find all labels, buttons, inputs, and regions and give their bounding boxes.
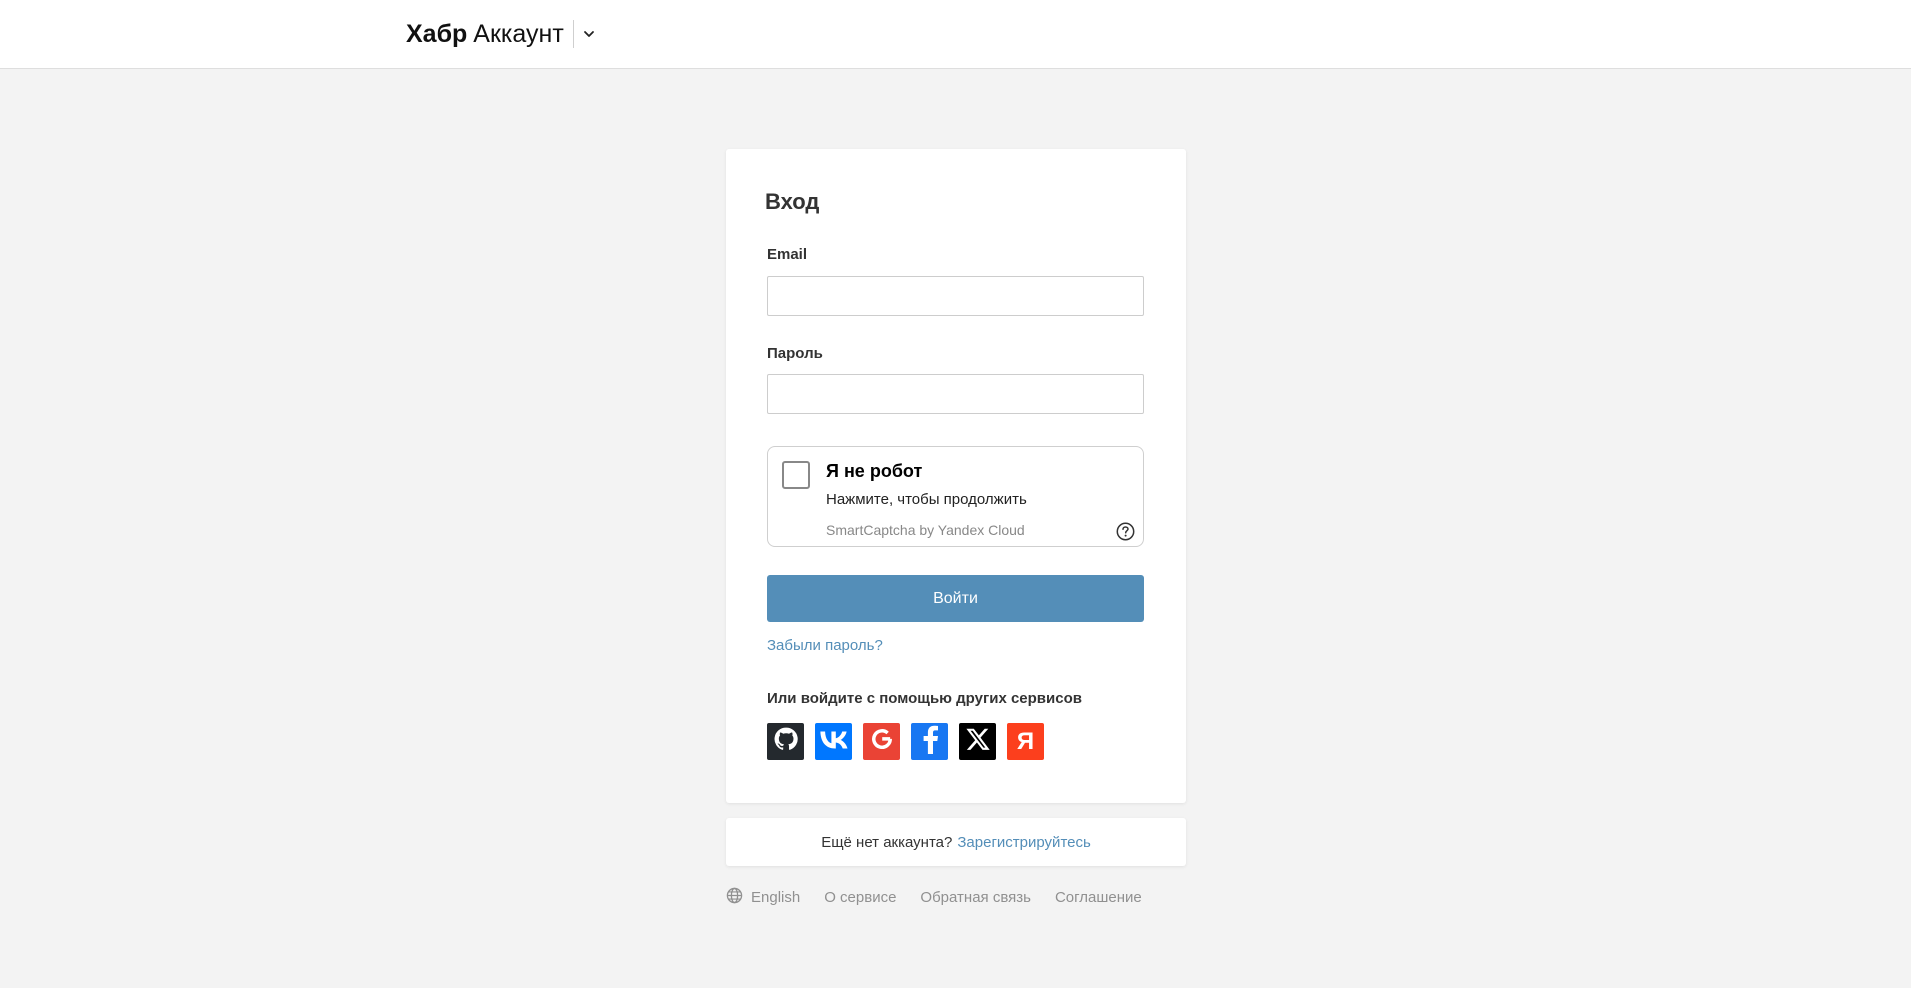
facebook-icon — [920, 724, 940, 760]
other-services-label: Или войдите с помощью других сервисов — [767, 690, 1082, 707]
footer: English О сервисе Обратная связь Соглаше… — [726, 887, 1166, 908]
google-login-button[interactable] — [863, 723, 900, 760]
github-icon — [773, 726, 799, 758]
chevron-down-icon[interactable] — [582, 27, 596, 41]
brand-logo[interactable]: Хабр Аккаунт — [406, 18, 596, 50]
google-icon — [869, 726, 895, 758]
github-login-button[interactable] — [767, 723, 804, 760]
yandex-icon: Я — [1016, 727, 1035, 755]
captcha-subtitle: Нажмите, чтобы продолжить — [826, 491, 1027, 508]
brand-name: Хабр — [406, 19, 468, 48]
register-link[interactable]: Зарегистрируйтесь — [957, 834, 1090, 851]
captcha-checkbox[interactable] — [782, 461, 810, 489]
login-card: Вход Email Пароль Я не робот Нажмите, чт… — [726, 149, 1186, 803]
captcha-brand: SmartCaptcha by Yandex Cloud — [826, 522, 1025, 538]
agreement-link[interactable]: Соглашение — [1055, 889, 1142, 906]
language-label: English — [751, 889, 801, 906]
about-link[interactable]: О сервисе — [824, 889, 896, 906]
captcha-title: Я не робот — [826, 461, 923, 481]
email-label: Email — [767, 246, 808, 263]
language-switcher[interactable]: English — [726, 887, 800, 908]
brand-divider — [572, 20, 574, 48]
vk-icon — [819, 729, 848, 755]
feedback-link[interactable]: Обратная связь — [920, 889, 1031, 906]
password-field[interactable] — [767, 374, 1144, 414]
x-icon — [965, 726, 991, 758]
register-prompt: Ещё нет аккаунта? — [821, 833, 953, 851]
top-bar: Хабр Аккаунт — [0, 0, 1911, 69]
yandex-login-button[interactable]: Я — [1007, 723, 1044, 760]
register-card: Ещё нет аккаунта? Зарегистрируйтесь — [726, 818, 1186, 866]
help-icon[interactable] — [1116, 522, 1135, 541]
x-login-button[interactable] — [959, 723, 996, 760]
page-title: Вход — [765, 189, 820, 214]
captcha-widget[interactable]: Я не робот Нажмите, чтобы продолжить Sma… — [767, 446, 1144, 547]
login-button[interactable]: Войти — [767, 575, 1144, 622]
email-field[interactable] — [767, 276, 1144, 316]
password-label: Пароль — [767, 345, 823, 362]
facebook-login-button[interactable] — [911, 723, 948, 760]
forgot-password-link[interactable]: Забыли пароль? — [767, 637, 883, 654]
social-login-list: Я — [767, 723, 1055, 760]
vk-login-button[interactable] — [815, 723, 852, 760]
brand-subtitle: Аккаунт — [473, 19, 564, 48]
globe-icon — [726, 887, 751, 908]
